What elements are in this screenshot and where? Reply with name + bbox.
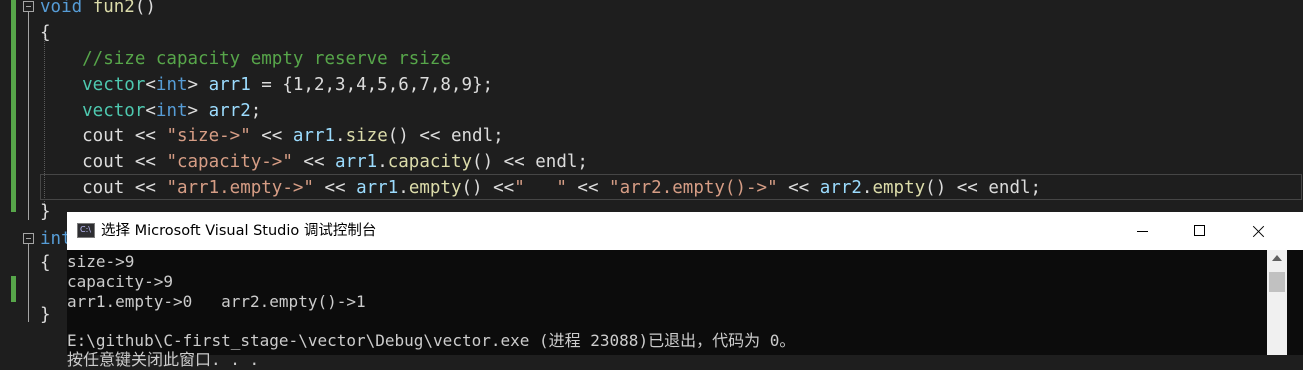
fold-region-line — [28, 244, 29, 322]
code-token: () — [134, 0, 156, 17]
code-token: () << — [461, 178, 515, 198]
code-token: () << endl; — [925, 178, 1042, 198]
code-line-fun2-signature[interactable]: void fun2() — [40, 0, 156, 20]
code-line-open-brace-2[interactable]: { — [40, 250, 51, 276]
code-token: { — [40, 253, 51, 273]
code-token: size — [345, 126, 388, 146]
change-marker-bar — [11, 276, 16, 302]
console-scrollbar[interactable] — [1267, 250, 1287, 355]
code-token: vector — [40, 75, 146, 95]
code-token: arr1 — [208, 75, 251, 95]
code-token: void — [40, 0, 83, 17]
code-token: "capacity->" — [166, 152, 293, 172]
code-token: << — [777, 178, 820, 198]
code-token: int — [155, 75, 188, 95]
code-token: = {1,2,3,4,5,6,7,8,9}; — [250, 75, 494, 95]
code-token: " " — [514, 178, 567, 198]
code-token: cout << — [40, 152, 167, 172]
code-token: { — [40, 23, 51, 43]
code-line-cout-empty[interactable]: cout << "arr1.empty->" << arr1.empty() <… — [40, 175, 1041, 201]
code-token: ; — [250, 101, 262, 121]
code-token: << — [250, 126, 293, 146]
console-output-line: 按任意键关闭此窗口. . . — [67, 350, 260, 369]
code-token: arr2 — [819, 178, 862, 198]
code-token: } — [40, 305, 51, 325]
scrollbar-thumb[interactable] — [1269, 272, 1285, 292]
code-token: cout << — [40, 126, 167, 146]
code-token: arr1 — [335, 152, 378, 172]
console-output-line: E:\github\C-first_stage-\vector\Debug\ve… — [67, 331, 796, 350]
code-token: << — [292, 152, 336, 172]
code-line-cout-capacity[interactable]: cout << "capacity->" << arr1.capacity() … — [40, 149, 588, 175]
code-token: arr1 — [292, 126, 336, 146]
console-output-line: size->9 — [67, 252, 135, 271]
console-app-icon: C:\ — [77, 223, 95, 238]
code-token: "arr2.empty()->" — [609, 178, 778, 198]
code-token: empty — [408, 178, 462, 198]
code-line-arr1-declaration[interactable]: vector<int> arr1 = {1,2,3,4,5,6,7,8,9}; — [40, 72, 493, 98]
code-line-cout-size[interactable]: cout << "size->" << arr1.size() << endl; — [40, 123, 504, 149]
code-line-close-brace-2[interactable]: } — [40, 302, 51, 328]
code-line-close-brace[interactable]: } — [40, 199, 51, 225]
fold-region-line — [28, 12, 29, 220]
code-token: < — [145, 75, 156, 95]
maximize-icon[interactable] — [1171, 212, 1229, 250]
code-token: arr2 — [208, 101, 251, 121]
code-token: << — [566, 178, 610, 198]
console-output-line: arr1.empty->0 arr2.empty()->1 — [67, 292, 366, 311]
close-icon[interactable] — [1229, 212, 1287, 250]
code-token: int — [155, 101, 188, 121]
code-token: << — [313, 178, 357, 198]
console-margin — [1287, 250, 1303, 355]
code-token: empty — [872, 178, 926, 198]
code-token: . — [861, 178, 873, 198]
code-line-comment[interactable]: //size capacity empty reserve rsize — [40, 46, 451, 72]
code-token: "arr1.empty->" — [166, 178, 314, 198]
console-titlebar[interactable]: C:\ 选择 Microsoft Visual Studio 调试控制台 — [67, 212, 1303, 250]
code-token: > — [187, 75, 209, 95]
code-token: arr1 — [356, 178, 399, 198]
code-token: //size capacity empty reserve rsize — [40, 49, 451, 69]
scroll-up-arrow-icon[interactable] — [1272, 255, 1282, 261]
change-marker-bar — [11, 0, 16, 212]
debug-console-window[interactable]: C:\ 选择 Microsoft Visual Studio 调试控制台 siz… — [67, 212, 1303, 369]
console-output-line: capacity->9 — [67, 272, 173, 291]
code-token: > — [187, 101, 209, 121]
code-token: () << endl; — [472, 152, 588, 172]
code-token: vector — [40, 101, 146, 121]
code-token: < — [145, 101, 156, 121]
code-token: fun2 — [92, 0, 135, 17]
code-token: } — [40, 202, 51, 222]
code-token: () << endl; — [387, 126, 504, 146]
code-token: cout << — [40, 178, 167, 198]
console-window-title: 选择 Microsoft Visual Studio 调试控制台 — [101, 223, 377, 239]
code-token: . — [398, 178, 409, 198]
collapse-int-function-icon[interactable] — [23, 233, 34, 244]
code-line-arr2-declaration[interactable]: vector<int> arr2; — [40, 98, 261, 124]
code-token: "size->" — [166, 126, 251, 146]
code-token: capacity — [387, 152, 473, 172]
code-token: . — [377, 152, 388, 172]
code-line-open-brace[interactable]: { — [40, 20, 51, 46]
collapse-fun2-icon[interactable] — [23, 1, 34, 12]
minimize-icon[interactable] — [1113, 212, 1171, 250]
code-token: . — [335, 126, 346, 146]
